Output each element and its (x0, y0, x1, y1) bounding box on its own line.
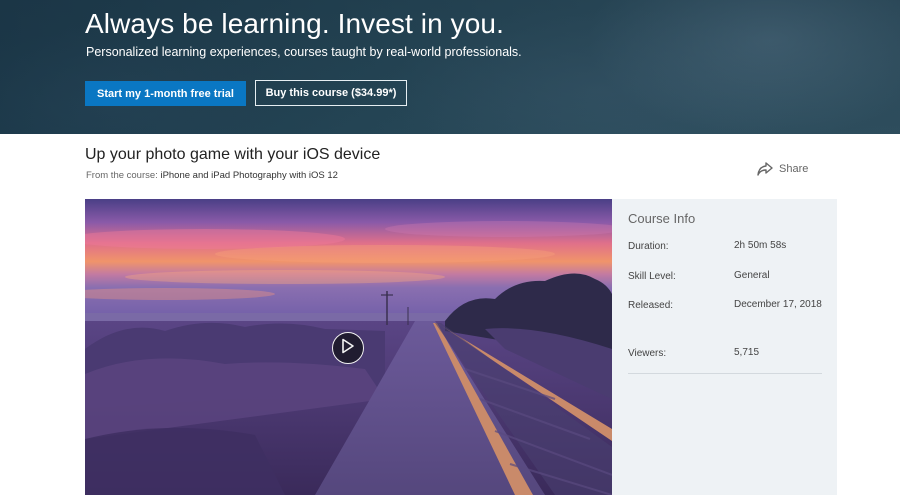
info-value: 2h 50m 58s (734, 240, 787, 251)
free-trial-button[interactable]: Start my 1-month free trial (85, 81, 246, 106)
share-icon (757, 162, 773, 176)
info-divider (628, 373, 822, 374)
course-info-panel: Course Info Duration: 2h 50m 58s Skill L… (612, 199, 837, 495)
hero-banner: Always be learning. Invest in you. Perso… (0, 0, 900, 134)
info-value: 5,715 (734, 347, 760, 358)
hero-title: Always be learning. Invest in you. (85, 8, 504, 39)
hero-subtitle: Personalized learning experiences, cours… (86, 45, 522, 59)
info-value: December 17, 2018 (734, 299, 822, 310)
play-button[interactable] (332, 332, 364, 364)
buy-course-button[interactable]: Buy this course ($34.99*) (255, 80, 407, 106)
course-link[interactable]: iPhone and iPad Photography with iOS 12 (160, 170, 337, 181)
share-label: Share (779, 163, 809, 175)
info-label: Released: (628, 300, 674, 311)
play-icon (341, 338, 355, 359)
share-button[interactable]: Share (757, 160, 808, 178)
info-value: General (734, 270, 770, 281)
info-label: Duration: (628, 241, 669, 252)
course-info-heading: Course Info (628, 211, 696, 226)
info-label: Viewers: (628, 348, 667, 359)
from-course-line: From the course: iPhone and iPad Photogr… (86, 170, 338, 181)
from-course-prefix: From the course: (86, 170, 158, 181)
video-title: Up your photo game with your iOS device (85, 146, 381, 163)
info-label: Skill Level: (628, 271, 676, 282)
